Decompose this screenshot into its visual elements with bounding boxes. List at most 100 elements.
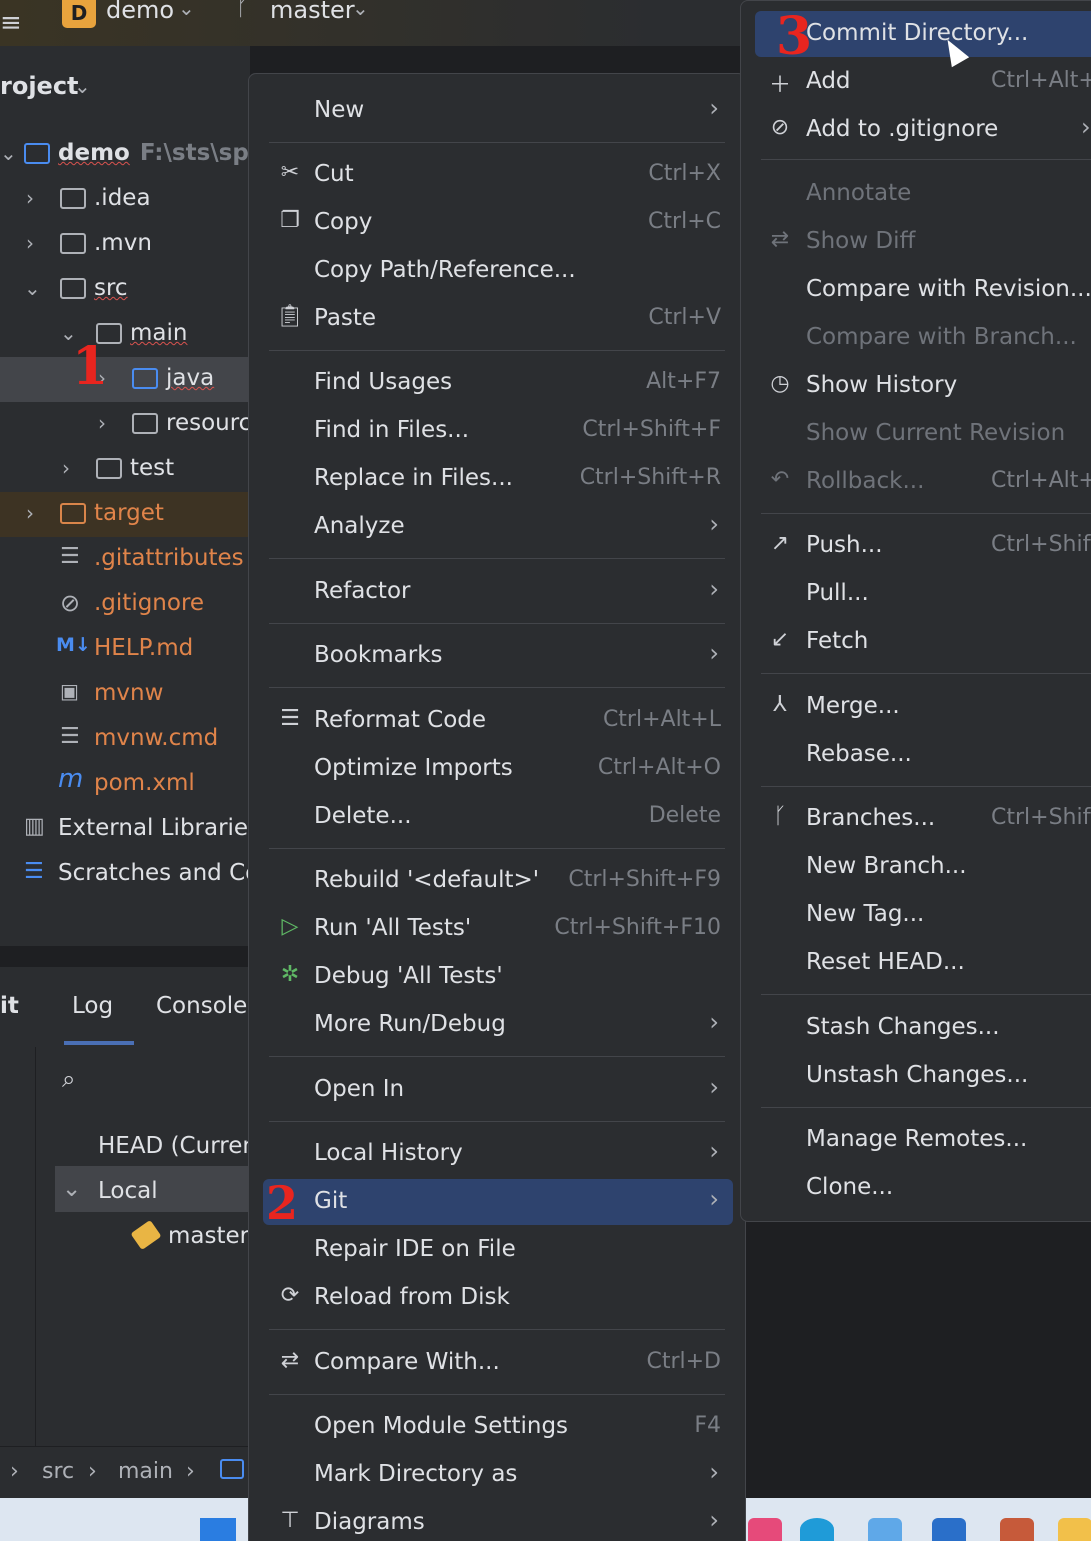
tab-git[interactable]: it — [0, 993, 19, 1019]
breadcrumb-item-main[interactable]: main — [118, 1459, 173, 1484]
chevron-down-icon[interactable]: ⌄ — [24, 276, 41, 300]
menu-item-diagrams[interactable]: ⊤ Diagrams › — [263, 1500, 733, 1541]
menu-item-reformat-code[interactable]: ☰ Reformat Code Ctrl+Alt+L — [263, 698, 733, 744]
menu-item-more-run-debug[interactable]: More Run/Debug › — [263, 1002, 733, 1048]
menu-item-find-in-files[interactable]: Find in Files... Ctrl+Shift+F — [263, 408, 733, 454]
menu-item-show-diff[interactable]: ⇄ Show Diff — [755, 219, 1091, 265]
menu-item-mark-directory-as[interactable]: Mark Directory as › — [263, 1452, 733, 1498]
menu-item-rebase[interactable]: Rebase... — [755, 732, 1091, 778]
windows-start-icon[interactable] — [200, 1518, 236, 1541]
menu-item-annotate[interactable]: Annotate — [755, 171, 1091, 217]
menu-item-replace-in-files[interactable]: Replace in Files... Ctrl+Shift+R — [263, 456, 733, 502]
menu-item-copy-path[interactable]: Copy Path/Reference... — [263, 248, 733, 294]
tree-item-external-libraries[interactable]: ▥ External Libraries — [0, 807, 250, 852]
menu-item-open-in[interactable]: Open In › — [263, 1067, 733, 1113]
menu-item-paste[interactable]: 📋︎ Paste Ctrl+V — [263, 296, 733, 342]
chevron-down-icon[interactable]: ⌄ — [352, 0, 369, 20]
menu-item-bookmarks[interactable]: Bookmarks › — [263, 633, 733, 679]
menu-item-add-to-gitignore[interactable]: ⊘ Add to .gitignore › — [755, 107, 1091, 153]
menu-item-cut[interactable]: ✂ Cut Ctrl+X — [263, 152, 733, 198]
branch-name[interactable]: master — [270, 0, 355, 24]
app-icon[interactable] — [1000, 1518, 1034, 1541]
menu-item-pull[interactable]: Pull... — [755, 571, 1091, 617]
chevron-right-icon[interactable]: › — [26, 231, 34, 255]
menu-item-compare-with-revision[interactable]: Compare with Revision... — [755, 267, 1091, 313]
tree-item-main[interactable]: ⌄ main — [0, 312, 250, 357]
menu-item-new-tag[interactable]: New Tag... — [755, 892, 1091, 938]
menu-item-compare-with-branch[interactable]: Compare with Branch... — [755, 315, 1091, 361]
menu-item-repair-ide[interactable]: Repair IDE on File — [263, 1227, 733, 1273]
chevron-right-icon[interactable]: › — [98, 411, 106, 435]
chevron-right-icon[interactable]: › — [26, 186, 34, 210]
menu-item-unstash-changes[interactable]: Unstash Changes... — [755, 1053, 1091, 1099]
chevron-down-icon[interactable]: ⌄ — [62, 1176, 81, 1202]
menu-item-debug-all-tests[interactable]: ✲ Debug 'All Tests' — [263, 954, 733, 1000]
menu-item-local-history[interactable]: Local History › — [263, 1131, 733, 1177]
menu-item-fetch[interactable]: ↙ Fetch — [755, 619, 1091, 665]
tree-item-demo[interactable]: ⌄ demoF:\sts\sprin — [0, 132, 250, 177]
chevron-right-icon[interactable]: › — [26, 501, 34, 525]
menu-item-find-usages[interactable]: Find Usages Alt+F7 — [263, 360, 733, 406]
menu-item-git[interactable]: Git › — [263, 1179, 733, 1225]
hamburger-menu-icon[interactable]: ≡ — [0, 8, 22, 38]
tree-item-java[interactable]: › java — [0, 357, 250, 402]
chevron-down-icon[interactable]: ⌄ — [0, 141, 17, 165]
branch-head[interactable]: HEAD (Current — [98, 1133, 266, 1159]
tree-item-test[interactable]: › test — [0, 447, 250, 492]
menu-item-analyze[interactable]: Analyze › — [263, 504, 733, 550]
tree-item-help-md[interactable]: M↓ HELP.md — [0, 627, 250, 672]
menu-item-rebuild[interactable]: Rebuild '<default>' Ctrl+Shift+F9 — [263, 858, 733, 904]
menu-item-open-module-settings[interactable]: Open Module Settings F4 — [263, 1404, 733, 1450]
search-icon[interactable]: ⌕ — [62, 1065, 75, 1093]
menu-item-merge[interactable]: ⅄ Merge... — [755, 684, 1091, 730]
tree-item-scratches[interactable]: ☰ Scratches and Cor — [0, 852, 250, 897]
tree-item-idea[interactable]: › .idea — [0, 177, 250, 222]
chevron-down-icon[interactable]: ⌄ — [74, 74, 91, 98]
menu-item-reset-head[interactable]: Reset HEAD... — [755, 940, 1091, 986]
menu-item-compare-with[interactable]: ⇄ Compare With... Ctrl+D — [263, 1340, 733, 1386]
menu-item-stash-changes[interactable]: Stash Changes... — [755, 1005, 1091, 1051]
folder-icon[interactable] — [220, 1459, 244, 1479]
tree-item-gitignore[interactable]: ⊘ .gitignore — [0, 582, 250, 627]
tree-item-gitattributes[interactable]: ☰ .gitattributes — [0, 537, 250, 582]
tree-item-target[interactable]: › target — [0, 492, 250, 537]
app-icon[interactable] — [748, 1518, 782, 1541]
app-icon[interactable] — [868, 1518, 902, 1541]
project-badge[interactable]: D — [62, 0, 96, 28]
tree-item-src[interactable]: ⌄ src — [0, 267, 250, 312]
menu-item-copy[interactable]: ❐ Copy Ctrl+C — [263, 200, 733, 246]
branch-icon[interactable]: ᚴ — [236, 0, 249, 21]
tree-item-mvnw[interactable]: ▣ mvnw — [0, 672, 250, 717]
menu-item-reload-from-disk[interactable]: ⟳ Reload from Disk — [263, 1275, 733, 1321]
menu-item-rollback[interactable]: ↶ Rollback... Ctrl+Alt+ — [755, 459, 1091, 505]
menu-item-refactor[interactable]: Refactor › — [263, 569, 733, 615]
menu-item-new[interactable]: New › — [263, 88, 733, 134]
tree-item-mvnw-cmd[interactable]: ☰ mvnw.cmd — [0, 717, 250, 762]
tree-item-pom-xml[interactable]: m pom.xml — [0, 762, 250, 807]
menu-item-optimize-imports[interactable]: Optimize Imports Ctrl+Alt+O — [263, 746, 733, 792]
branch-master[interactable]: master — [168, 1223, 249, 1249]
branch-group-local[interactable]: Local — [98, 1178, 158, 1204]
menu-item-manage-remotes[interactable]: Manage Remotes... — [755, 1117, 1091, 1163]
menu-item-branches[interactable]: ᚴ Branches... Ctrl+Shift+ — [755, 796, 1091, 842]
tab-console[interactable]: Console — [156, 993, 247, 1019]
menu-item-push[interactable]: ↗ Push... Ctrl+Shift+ — [755, 523, 1091, 569]
menu-item-show-history[interactable]: ◷ Show History — [755, 363, 1091, 409]
menu-item-clone[interactable]: Clone... — [755, 1165, 1091, 1211]
tree-item-mvn[interactable]: › .mvn — [0, 222, 250, 267]
chevron-right-icon[interactable]: › — [62, 456, 70, 480]
tab-log[interactable]: Log — [72, 993, 113, 1019]
panel-title[interactable]: roject — [0, 72, 79, 100]
project-name[interactable]: demo — [106, 0, 174, 24]
tree-item-resources[interactable]: › resource — [0, 402, 250, 447]
file-explorer-icon[interactable] — [1058, 1518, 1091, 1541]
menu-item-shortcut: Ctrl+Alt+ — [991, 468, 1091, 493]
vscode-icon[interactable] — [932, 1518, 966, 1541]
menu-item-new-branch[interactable]: New Branch... — [755, 844, 1091, 890]
menu-item-delete[interactable]: Delete... Delete — [263, 794, 733, 840]
menu-item-run-all-tests[interactable]: ▷ Run 'All Tests' Ctrl+Shift+F10 — [263, 906, 733, 952]
breadcrumb-item-src[interactable]: src — [42, 1459, 74, 1484]
chevron-down-icon[interactable]: ⌄ — [178, 0, 195, 20]
edge-browser-icon[interactable] — [800, 1518, 834, 1541]
menu-item-show-current-revision[interactable]: Show Current Revision — [755, 411, 1091, 457]
